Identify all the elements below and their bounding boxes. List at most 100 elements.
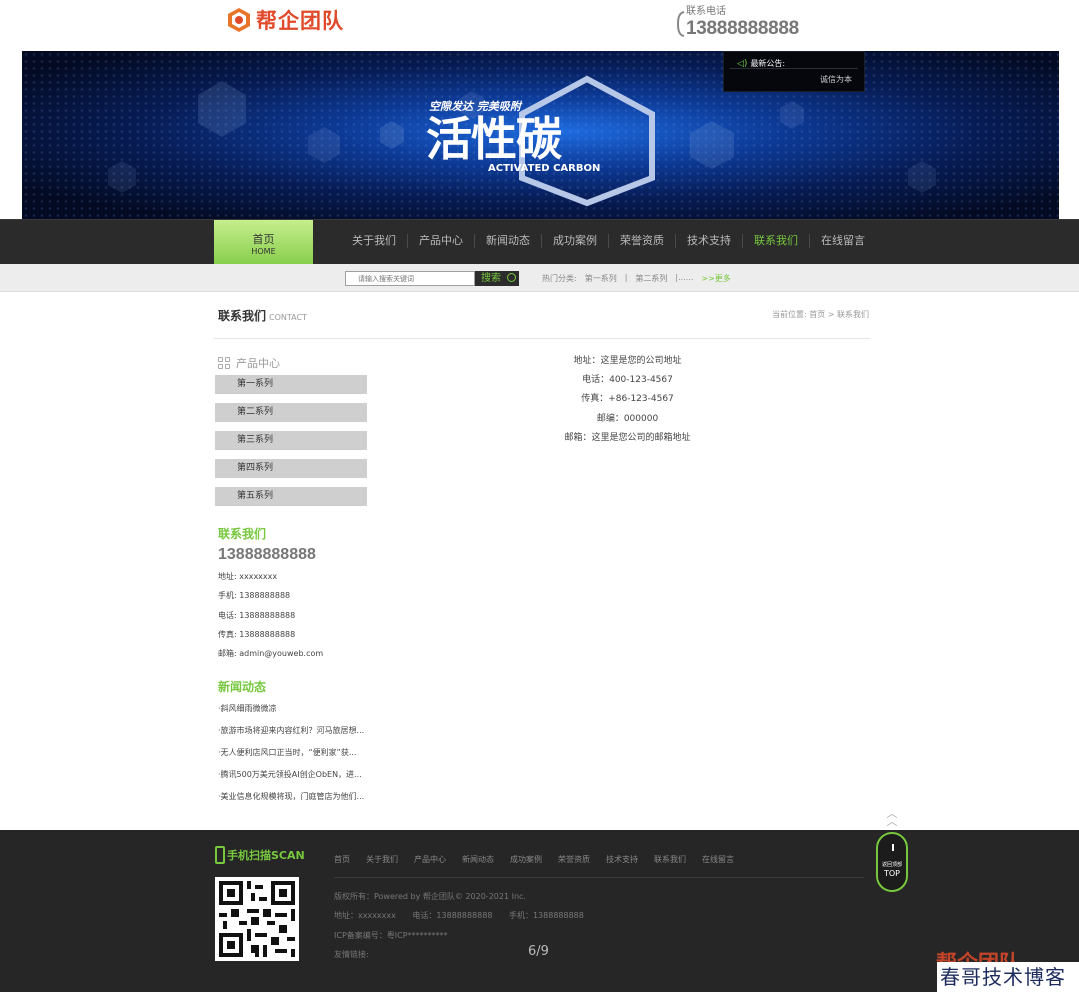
scan-heading: 手机扫描SCAN — [215, 846, 305, 864]
search-button[interactable]: 搜索 — [475, 271, 519, 286]
footer-nav-item[interactable]: 荣誉资质 — [558, 854, 590, 865]
phone-number: 13888888888 — [686, 18, 799, 39]
footer-contact-row: 地址：xxxxxxxx 电话：13888888888 手机：1388888888 — [334, 910, 598, 929]
watermark-text: 春哥技术博客 — [937, 962, 1079, 992]
qr-code — [215, 877, 299, 961]
contact-email: 邮箱：这里是您公司的邮箱地址 — [564, 432, 691, 443]
nav-item-support[interactable]: 技术支持 — [675, 234, 742, 248]
logo-text: 帮企团队 — [256, 8, 344, 33]
category-item[interactable]: 第四系列 — [215, 459, 367, 478]
news-item[interactable]: ·腾讯500万美元领投AI创企ObEN，进... — [218, 769, 368, 791]
hot-label: 热门分类: — [542, 274, 577, 283]
hot-separator: |...... — [675, 273, 694, 282]
hot-item[interactable]: 第一系列 — [585, 273, 617, 284]
footer-address: 地址：xxxxxxxx — [334, 911, 396, 921]
site-header: 帮企团队 联系电话 13888888888 — [0, 0, 1079, 50]
nav-item-cases[interactable]: 成功案例 — [541, 234, 608, 248]
contact-zip: 邮编：000000 — [596, 413, 659, 424]
sidebar-heading: 产品中心 — [218, 355, 280, 371]
hot-categories: 热门分类: 第一系列 | 第二系列 |...... >>更多 — [542, 273, 739, 284]
news-list: ·斜风细雨微微凉 ·旅游市场将迎来内容红利？河马旅居想... ·无人便利店风口正… — [218, 703, 368, 813]
page-title-en: CONTACT — [269, 313, 307, 322]
page-title-text: 联系我们 — [218, 309, 267, 323]
category-item[interactable]: 第一系列 — [215, 375, 367, 394]
footer-nav-item[interactable]: 在线留言 — [702, 854, 734, 865]
footer-divider — [334, 877, 864, 878]
sidebar-contact-heading: 联系我们 — [218, 527, 267, 541]
contact-line: 邮箱: admin@youweb.com — [218, 649, 324, 659]
site-footer: 手机扫描SCAN 首页 关于我们 产品中心 新闻动态 成功案例 荣誉资质 技术支… — [0, 830, 1079, 992]
contact-fax: 传真：+86-123-4567 — [581, 394, 674, 405]
notice-text[interactable]: 诚信为本 — [820, 74, 852, 85]
category-list: 第一系列 第二系列 第三系列 第四系列 第五系列 — [215, 375, 367, 515]
category-item[interactable]: 第五系列 — [215, 487, 367, 506]
page-title: 联系我们 CONTACT — [218, 307, 307, 324]
contact-phone: 电话：400-123-4567 — [582, 375, 673, 386]
news-item[interactable]: ·斜风细雨微微凉 — [218, 703, 368, 725]
speaker-icon: ◁) — [737, 58, 748, 69]
notice-divider — [730, 68, 858, 69]
contact-line: 手机: 1388888888 — [218, 591, 291, 601]
title-divider — [214, 338, 870, 339]
mobile-icon — [215, 846, 225, 864]
top-button-line — [892, 844, 894, 851]
grid-icon — [218, 356, 231, 370]
double-chevron-up-icon[interactable]: ︿ ︿ — [882, 808, 902, 827]
contact-line: 电话: 13888888888 — [218, 610, 296, 620]
footer-copyright: 版权所有：Powered by 帮企团队© 2020-2021 Inc. — [334, 892, 526, 901]
search-input[interactable] — [345, 271, 475, 286]
footer-nav-item[interactable]: 产品中心 — [414, 854, 446, 865]
hot-separator: | — [624, 273, 628, 282]
footer-mobile: 手机：1388888888 — [508, 911, 584, 921]
search-icon — [507, 273, 517, 282]
footer-links: 友情链接: — [334, 949, 369, 959]
nav-item-news[interactable]: 新闻动态 — [474, 234, 541, 248]
footer-tel: 电话：13888888888 — [412, 911, 493, 921]
contact-info: 地址：这里是您的公司地址 电话：400-123-4567 传真：+86-123-… — [540, 353, 715, 449]
site-logo[interactable]: 帮企团队 — [226, 5, 344, 35]
footer-nav: 首页 关于我们 产品中心 新闻动态 成功案例 荣誉资质 技术支持 联系我们 在线… — [334, 854, 750, 865]
nav-home-sub: HOME — [251, 247, 276, 256]
footer-nav-item[interactable]: 成功案例 — [510, 854, 542, 865]
hero-banner[interactable]: ◁) 最新公告: 诚信为本 空隙发达 完美吸附 活性碳 ACTIVATED CA… — [22, 51, 1059, 219]
notice-board: ◁) 最新公告: 诚信为本 — [723, 51, 865, 92]
hot-item[interactable]: 第二系列 — [635, 273, 667, 284]
banner-slogan-en: ACTIVATED CARBON — [488, 163, 601, 174]
news-item[interactable]: ·美业信息化规模将现，门庭管店为他们... — [218, 791, 368, 813]
nav-item-honors[interactable]: 荣誉资质 — [608, 234, 675, 248]
back-to-top-text: TOP — [883, 869, 900, 878]
contact-address: 地址：这里是您的公司地址 — [573, 356, 682, 366]
footer-nav-item[interactable]: 新闻动态 — [462, 854, 494, 865]
header-phone: 联系电话 13888888888 — [676, 6, 799, 40]
sidebar-heading-label: 产品中心 — [236, 357, 280, 370]
page-indicator: 6/9 — [528, 944, 549, 959]
phone-icon — [676, 10, 686, 38]
news-item[interactable]: ·旅游市场将迎来内容红利？河马旅居想... — [218, 725, 368, 747]
breadcrumb[interactable]: 当前位置: 首页 > 联系我们 — [772, 309, 869, 320]
footer-nav-item[interactable]: 关于我们 — [366, 854, 398, 865]
search-bar: 搜索 热门分类: 第一系列 | 第二系列 |...... >>更多 — [0, 264, 1079, 292]
back-to-top-button[interactable]: 返回顶部 TOP — [876, 832, 908, 892]
footer-nav-item[interactable]: 联系我们 — [654, 854, 686, 865]
back-to-top-label: 返回顶部 — [881, 862, 902, 868]
footer-nav-item[interactable]: 首页 — [334, 854, 350, 865]
category-item[interactable]: 第三系列 — [215, 431, 367, 450]
nav-item-contact[interactable]: 联系我们 — [742, 234, 809, 248]
contact-line: 地址: xxxxxxxx — [218, 572, 278, 581]
nav-item-products[interactable]: 产品中心 — [407, 234, 474, 248]
footer-info: 版权所有：Powered by 帮企团队© 2020-2021 Inc. 地址：… — [334, 891, 598, 968]
scan-label: 手机扫描SCAN — [227, 849, 305, 862]
news-item[interactable]: ·无人便利店风口正当时，“便利家”获... — [218, 747, 368, 769]
nav-home-label: 首页 — [252, 233, 275, 246]
nav-item-message[interactable]: 在线留言 — [809, 234, 876, 248]
nav-item-about[interactable]: 关于我们 — [341, 234, 407, 248]
main-nav: 首页 HOME 关于我们 产品中心 新闻动态 成功案例 荣誉资质 技术支持 联系… — [0, 219, 1079, 282]
category-item[interactable]: 第二系列 — [215, 403, 367, 422]
footer-icp[interactable]: ICP备案编号：粤ICP********** — [334, 930, 598, 949]
hot-more-link[interactable]: >>更多 — [701, 273, 730, 284]
logo-hexagon-icon — [226, 7, 252, 33]
phone-label: 联系电话 — [686, 6, 726, 17]
sidebar-contact-phone: 13888888888 — [218, 546, 316, 563]
footer-nav-item[interactable]: 技术支持 — [606, 854, 638, 865]
sidebar-contact-lines: 地址: xxxxxxxx 手机: 1388888888 电话: 13888888… — [218, 571, 323, 667]
